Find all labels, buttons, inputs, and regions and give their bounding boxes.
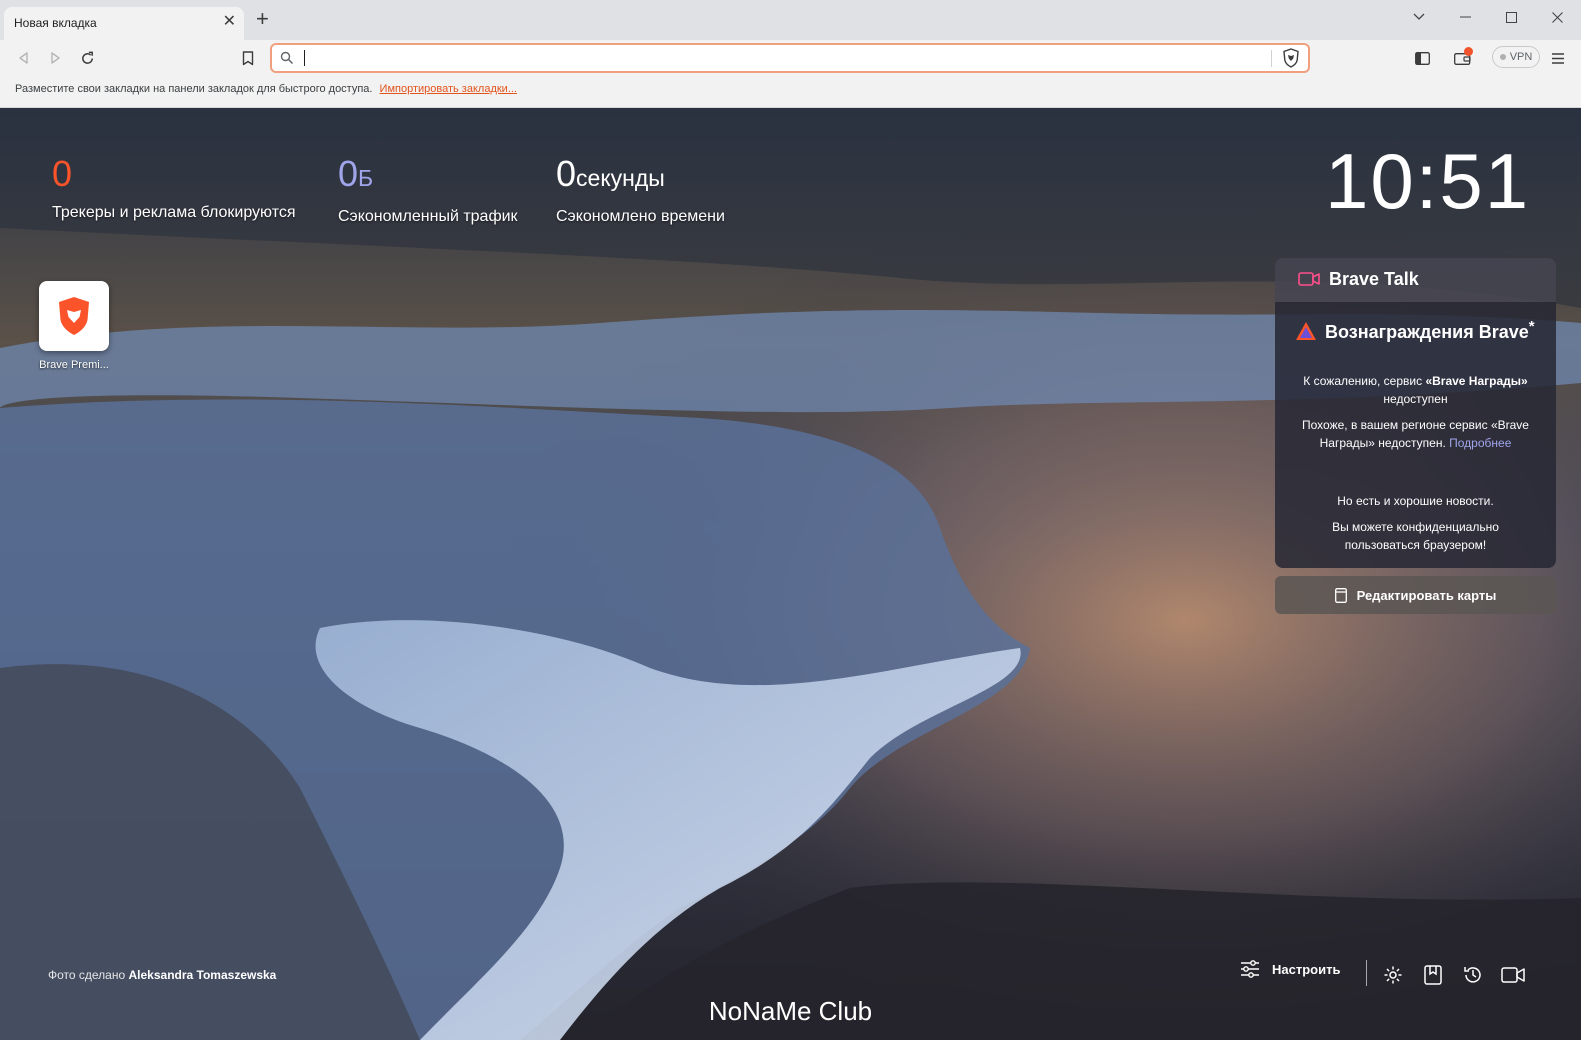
sidebar-toggle-button[interactable] bbox=[1410, 46, 1434, 70]
vpn-status-dot bbox=[1499, 54, 1506, 60]
rewards-header: Вознаграждения Brave* bbox=[1295, 318, 1535, 343]
bookmark-page-button[interactable] bbox=[236, 46, 260, 70]
import-bookmarks-link[interactable]: Импортировать закладки... bbox=[380, 83, 517, 95]
stat-time-saved: 0секунды Сэкономлено времени bbox=[556, 154, 725, 226]
tab-strip: Новая вкладка ✕ + bbox=[0, 0, 1581, 40]
bookmarks-button[interactable] bbox=[1420, 962, 1446, 988]
bookmark-icon bbox=[242, 50, 254, 65]
close-icon bbox=[1551, 11, 1563, 23]
stat-trackers-value: 0 bbox=[52, 153, 73, 194]
footer-divider bbox=[1366, 960, 1367, 986]
reload-button[interactable] bbox=[75, 46, 99, 70]
brave-talk-title: Brave Talk bbox=[1329, 269, 1419, 289]
brave-rewards-triangle-icon bbox=[1296, 321, 1316, 340]
tab-new-tab[interactable]: Новая вкладка ✕ bbox=[4, 7, 244, 40]
brave-talk-card[interactable]: Brave Talk bbox=[1275, 258, 1556, 302]
text-caret bbox=[304, 50, 305, 66]
stat-time-unit: секунды bbox=[576, 165, 665, 191]
brave-talk-button[interactable] bbox=[1500, 962, 1526, 988]
rewards-private-browsing: Вы можете конфиденциально пользоваться б… bbox=[1332, 520, 1499, 552]
rewards-title-superscript: * bbox=[1528, 318, 1535, 335]
top-site-tile[interactable]: Brave Premi... bbox=[38, 281, 110, 371]
brave-lion-logo-icon bbox=[59, 297, 89, 335]
rewards-unavailable-message: К сожалению, сервис «Brave Награды» недо… bbox=[1293, 372, 1538, 408]
back-arrow-icon bbox=[19, 52, 28, 64]
maximize-icon bbox=[1505, 11, 1517, 23]
tab-search-button[interactable] bbox=[1396, 4, 1442, 30]
edit-cards-button[interactable]: Редактировать карты bbox=[1275, 576, 1556, 614]
rewards-learn-more-link[interactable]: Подробнее bbox=[1449, 436, 1511, 450]
stat-bandwidth-value: 0 bbox=[338, 153, 359, 194]
reload-icon bbox=[81, 51, 93, 64]
photo-credit-author[interactable]: Aleksandra Tomaszewska bbox=[129, 968, 277, 982]
gear-icon bbox=[1384, 966, 1402, 984]
maximize-button[interactable] bbox=[1488, 4, 1534, 30]
tab-close-icon[interactable]: ✕ bbox=[223, 12, 236, 32]
chevron-down-icon bbox=[1413, 13, 1425, 20]
stat-time-value: 0 bbox=[556, 153, 577, 194]
history-icon bbox=[1464, 967, 1481, 983]
sidebar-icon bbox=[1414, 51, 1430, 65]
edit-cards-label: Редактировать карты bbox=[1356, 587, 1497, 603]
omnibox-divider bbox=[1271, 50, 1272, 67]
vpn-button[interactable]: VPN bbox=[1492, 46, 1540, 68]
background-image bbox=[0, 108, 1581, 1040]
watermark-text: NoNaMe Club bbox=[708, 996, 873, 1026]
stat-bandwidth-saved: 0Б Сэкономленный трафик bbox=[338, 154, 518, 226]
bookmarks-bar: Разместите свои закладки на панели закла… bbox=[0, 75, 1581, 108]
hamburger-menu-icon bbox=[1552, 52, 1564, 64]
top-site-favicon bbox=[39, 281, 109, 351]
customize-button[interactable]: Настроить bbox=[1240, 960, 1340, 978]
brave-lion-shield-icon bbox=[1283, 48, 1299, 68]
history-button[interactable] bbox=[1460, 962, 1486, 988]
stat-bandwidth-label: Сэкономленный трафик bbox=[338, 208, 518, 225]
brave-shields-button[interactable] bbox=[1282, 48, 1300, 73]
sliders-icon bbox=[1241, 960, 1259, 978]
rewards-msg1-pre: К сожалению, сервис bbox=[1303, 374, 1426, 388]
wallet-button[interactable] bbox=[1450, 46, 1474, 70]
top-site-label: Brave Premi... bbox=[39, 359, 109, 371]
rewards-msg1-post: недоступен bbox=[1383, 392, 1448, 406]
rewards-msg1-bold: «Brave Награды» bbox=[1425, 374, 1528, 388]
bookmarks-icon bbox=[1424, 965, 1442, 985]
tab-title: Новая вкладка bbox=[14, 16, 97, 30]
forward-button[interactable] bbox=[43, 46, 67, 70]
settings-button[interactable] bbox=[1380, 962, 1406, 988]
photo-credit-prefix: Фото сделано bbox=[48, 968, 126, 982]
rewards-title: Вознаграждения Brave bbox=[1325, 322, 1529, 342]
stat-trackers-label: Трекеры и реклама блокируются bbox=[52, 204, 296, 221]
brave-rewards-card: Вознаграждения Brave* К сожалению, серви… bbox=[1275, 302, 1556, 568]
rewards-good-news: Но есть и хорошие новости. bbox=[1337, 494, 1494, 508]
wallet-notification-dot bbox=[1464, 47, 1473, 56]
back-button[interactable] bbox=[12, 46, 36, 70]
main-menu-button[interactable] bbox=[1546, 46, 1570, 70]
photo-credit: Фото сделано Aleksandra Tomaszewska bbox=[48, 968, 276, 982]
minimize-button[interactable] bbox=[1442, 4, 1488, 30]
address-bar[interactable] bbox=[270, 43, 1310, 73]
stat-trackers-blocked: 0 Трекеры и реклама блокируются bbox=[52, 154, 296, 222]
close-window-button[interactable] bbox=[1534, 4, 1580, 30]
forward-arrow-icon bbox=[51, 52, 60, 64]
vpn-label: VPN bbox=[1509, 51, 1533, 63]
video-camera-icon bbox=[1501, 967, 1525, 983]
new-tab-button[interactable]: + bbox=[256, 8, 269, 30]
stat-bandwidth-unit: Б bbox=[358, 165, 374, 191]
toolbar: VPN bbox=[0, 40, 1581, 75]
stat-time-label: Сэкономлено времени bbox=[556, 208, 725, 225]
clock: 10:51 bbox=[1325, 137, 1531, 225]
minimize-icon bbox=[1459, 16, 1471, 18]
new-tab-page: 0 Трекеры и реклама блокируются 0Б Сэкон… bbox=[0, 108, 1581, 1040]
bookmarks-bar-message: Разместите свои закладки на панели закла… bbox=[15, 83, 373, 95]
search-icon bbox=[280, 51, 294, 65]
video-camera-icon bbox=[1298, 272, 1320, 286]
customize-label: Настроить bbox=[1272, 961, 1341, 977]
rewards-region-message: Похоже, в вашем регионе сервис «Brave На… bbox=[1293, 416, 1538, 452]
edit-cards-icon bbox=[1334, 587, 1347, 603]
